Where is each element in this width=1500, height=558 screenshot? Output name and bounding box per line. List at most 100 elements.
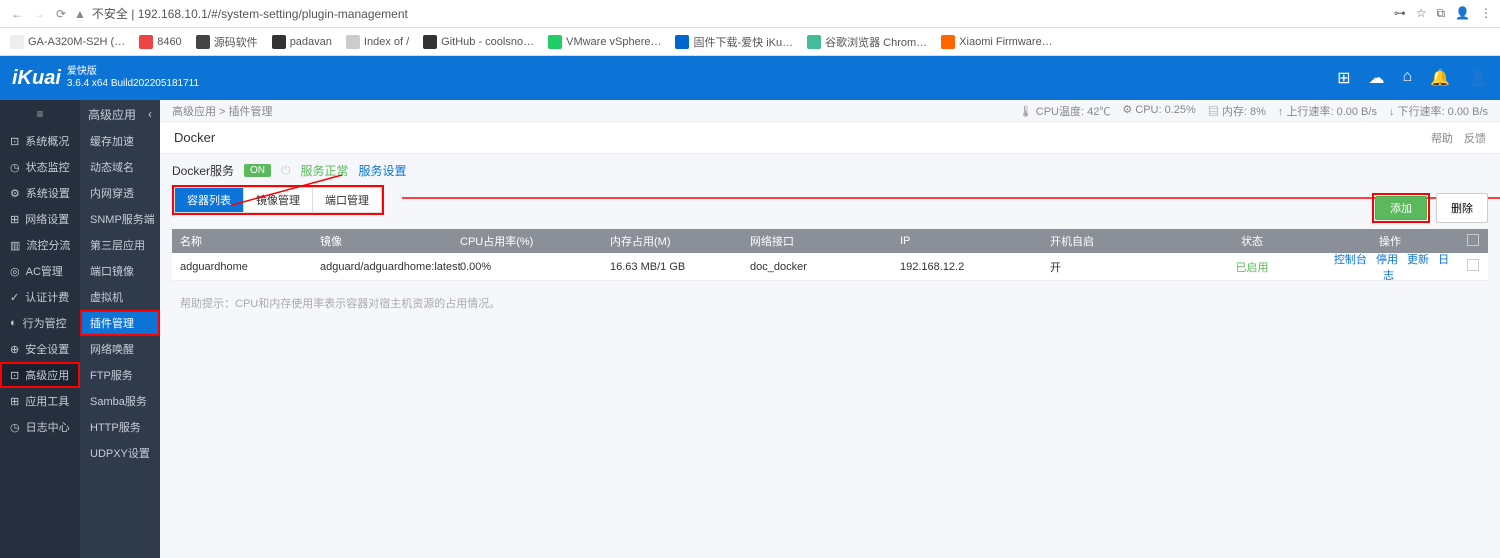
row-checkbox[interactable] (1467, 259, 1479, 271)
bookmark-item[interactable]: padavan (272, 35, 332, 49)
build-label: 3.6.4 x64 Build202205181711 (67, 78, 199, 90)
extension-icon[interactable]: ⧉ (1436, 6, 1445, 21)
sidebar-item-ac[interactable]: ◎ AC管理 (0, 258, 80, 284)
bookmark-item[interactable]: 固件下载-爱快 iKu… (675, 34, 793, 50)
sub-item-http[interactable]: HTTP服务 (80, 414, 160, 440)
breadcrumb: 高级应用 > 插件管理 (172, 103, 1019, 119)
sub-item-mirror[interactable]: 端口镜像 (80, 258, 160, 284)
bookmark-item[interactable]: 8460 (139, 35, 181, 49)
reload-button[interactable]: ⟳ (52, 5, 70, 23)
op-console[interactable]: 控制台 (1334, 254, 1367, 266)
star-icon[interactable]: ☆ (1416, 6, 1427, 21)
sidebar-item-overview[interactable]: ⊡ 系统概况 (0, 128, 80, 154)
bookmark-bar: GA-A320M-S2H (… 8460 源码软件 padavan Index … (0, 28, 1500, 56)
th-op: 操作 (1322, 233, 1458, 249)
th-status: 状态 (1182, 233, 1322, 249)
cell-ip: 192.168.12.2 (892, 261, 1042, 273)
sidebar-item-logs[interactable]: ◷ 日志中心 (0, 414, 80, 440)
bookmark-item[interactable]: 谷歌浏览器 Chrom… (807, 34, 927, 50)
sidebar-toggle[interactable]: ≡ (0, 100, 80, 128)
tab-image-mgmt[interactable]: 镜像管理 (244, 188, 313, 212)
tab-container-list[interactable]: 容器列表 (175, 188, 244, 212)
profile-icon[interactable]: 👤 (1455, 6, 1470, 21)
bookmark-item[interactable]: VMware vSphere… (548, 35, 661, 49)
help-link[interactable]: 帮助 (1431, 133, 1453, 145)
table-row: adguardhome adguard/adguardhome:latest 0… (172, 253, 1488, 281)
url-text: 192.168.10.1/#/system-setting/plugin-man… (138, 7, 408, 21)
sidebar2-title: 高级应用 (88, 106, 136, 123)
menu-icon[interactable]: ⋮ (1480, 6, 1492, 21)
sidebar-item-behavior[interactable]: ◐ 行为管控 (0, 310, 80, 336)
cell-image: adguard/adguardhome:latest (312, 261, 452, 273)
hint-text: 帮助提示：CPU和内存使用率表示容器对宿主机资源的占用情况。 (172, 281, 1488, 325)
sub-item-nat[interactable]: 内网穿透 (80, 180, 160, 206)
sub-item-cache[interactable]: 缓存加速 (80, 128, 160, 154)
th-ip: IP (892, 235, 1042, 247)
download-rate: ↓ 下行速率: 0.00 B/s (1389, 103, 1488, 119)
cloud-icon[interactable]: ☁ (1368, 68, 1384, 88)
sub-item-ddns[interactable]: 动态域名 (80, 154, 160, 180)
tab-port-mgmt[interactable]: 端口管理 (313, 188, 381, 212)
power-icon[interactable]: ⏻ (281, 163, 291, 178)
cell-boot: 开 (1042, 259, 1182, 275)
sidebar-item-tools[interactable]: ⊞ 应用工具 (0, 388, 80, 414)
service-label: Docker服务 (172, 162, 234, 179)
cpu-temp: 🌡 CPU温度: 42℃ (1019, 103, 1111, 119)
edition-label: 爱快版 (67, 66, 199, 78)
sub-item-samba[interactable]: Samba服务 (80, 388, 160, 414)
key-icon[interactable]: ⊶ (1394, 6, 1406, 21)
cell-mem: 16.63 MB/1 GB (602, 261, 742, 273)
collapse-icon[interactable]: ‹ (148, 107, 152, 121)
sidebar-item-auth[interactable]: ✓ 认证计费 (0, 284, 80, 310)
sidebar-item-system[interactable]: ⚙ 系统设置 (0, 180, 80, 206)
sub-item-ftp[interactable]: FTP服务 (80, 362, 160, 388)
home-icon[interactable]: ⌂ (1402, 68, 1412, 88)
cell-net: doc_docker (742, 261, 892, 273)
user-icon[interactable]: 👤 (1468, 68, 1488, 88)
sub-item-l3[interactable]: 第三层应用 (80, 232, 160, 258)
bookmark-item[interactable]: Index of / (346, 35, 409, 49)
select-all-checkbox[interactable] (1467, 234, 1479, 246)
bookmark-item[interactable]: GitHub - coolsno… (423, 35, 534, 49)
sub-item-wol[interactable]: 网络唤醒 (80, 336, 160, 362)
sidebar-secondary: 高级应用‹ 缓存加速 动态域名 内网穿透 SNMP服务端 第三层应用 端口镜像 … (80, 100, 160, 558)
bell-icon[interactable]: 🔔 (1430, 68, 1450, 88)
sidebar-item-traffic[interactable]: ▥ 流控分流 (0, 232, 80, 258)
address-bar[interactable]: ▲ 不安全 | 192.168.10.1/#/system-setting/pl… (74, 5, 1394, 22)
sidebar-primary: ≡ ⊡ 系统概况 ◷ 状态监控 ⚙ 系统设置 ⊞ 网络设置 ▥ 流控分流 ◎ A… (0, 100, 80, 558)
service-config-link[interactable]: 服务设置 (359, 162, 407, 179)
page-title: Docker (174, 130, 215, 145)
cell-status: 已启用 (1182, 259, 1322, 275)
th-cpu: CPU占用率(%) (452, 233, 602, 249)
sidebar-item-network[interactable]: ⊞ 网络设置 (0, 206, 80, 232)
bookmark-item[interactable]: Xiaomi Firmware… (941, 35, 1053, 49)
app-header: iKuai 爱快版 3.6.4 x64 Build202205181711 ⊞ … (0, 56, 1500, 100)
op-stop[interactable]: 停用 (1376, 254, 1398, 266)
security-label: 不安全 | (92, 5, 134, 22)
sidebar-item-advanced[interactable]: ⊡ 高级应用 (0, 362, 80, 388)
add-button[interactable]: 添加 (1375, 196, 1427, 220)
delete-button[interactable]: 删除 (1436, 193, 1488, 223)
th-mem: 内存占用(M) (602, 233, 742, 249)
sub-item-udpxy[interactable]: UDPXY设置 (80, 440, 160, 466)
sidebar-item-monitor[interactable]: ◷ 状态监控 (0, 154, 80, 180)
bookmark-item[interactable]: GA-A320M-S2H (… (10, 35, 125, 49)
sub-item-snmp[interactable]: SNMP服务端 (80, 206, 160, 232)
grid-icon[interactable]: ⊞ (1337, 68, 1350, 88)
forward-button[interactable]: → (30, 5, 48, 23)
logo: iKuai (12, 67, 61, 90)
feedback-link[interactable]: 反馈 (1464, 133, 1486, 145)
th-net: 网络接口 (742, 233, 892, 249)
service-switch[interactable]: ON (244, 164, 271, 177)
back-button[interactable]: ← (8, 5, 26, 23)
th-name: 名称 (172, 233, 312, 249)
op-update[interactable]: 更新 (1407, 254, 1429, 266)
th-boot: 开机自启 (1042, 233, 1182, 249)
sidebar-item-security[interactable]: ⊕ 安全设置 (0, 336, 80, 362)
bookmark-item[interactable]: 源码软件 (196, 34, 258, 50)
th-image: 镜像 (312, 233, 452, 249)
sub-item-vm[interactable]: 虚拟机 (80, 284, 160, 310)
sub-item-plugin[interactable]: 插件管理 (80, 310, 160, 336)
service-status: 服务正常 (301, 162, 349, 179)
upload-rate: ↑ 上行速率: 0.00 B/s (1278, 103, 1377, 119)
